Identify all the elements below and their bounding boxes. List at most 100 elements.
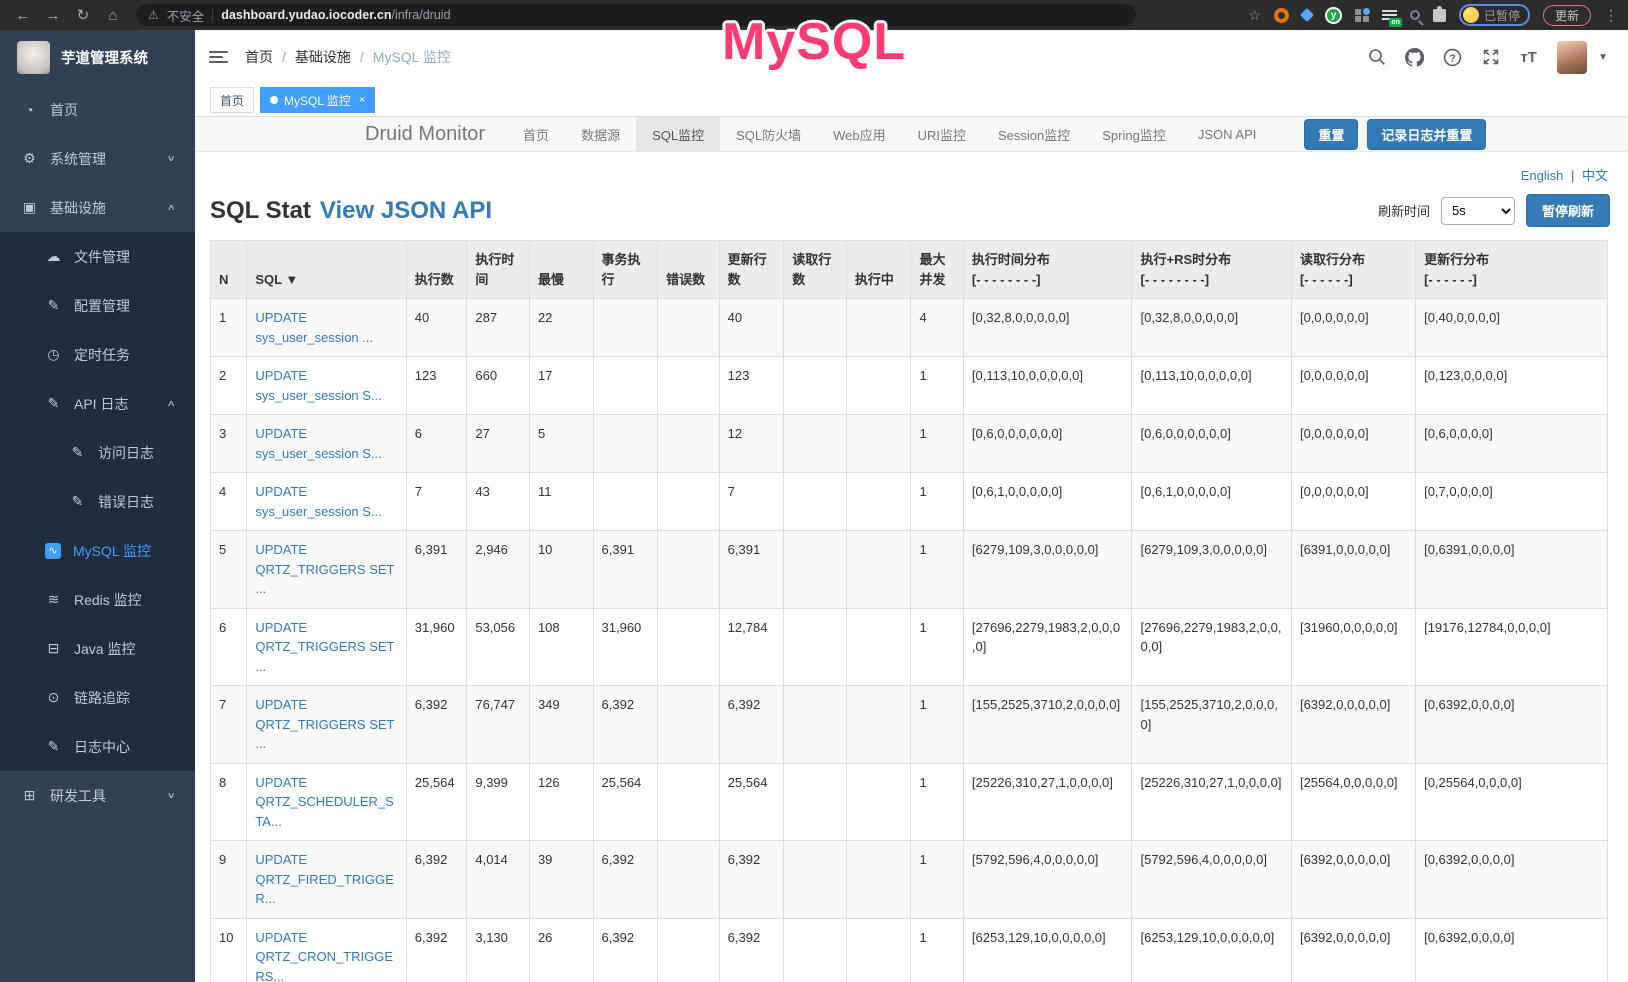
druid-nav-home[interactable]: 首页 — [507, 117, 565, 151]
column-header-9[interactable]: 执行中 — [846, 241, 911, 299]
extensions-puzzle-icon[interactable] — [1433, 9, 1446, 22]
search-icon[interactable] — [1367, 48, 1386, 67]
sql-link[interactable]: UPDATE sys_user_session ... — [255, 310, 373, 345]
sidebar-item-trace[interactable]: ⊙链路追踪 — [0, 673, 195, 722]
chevron-down-icon[interactable]: ▼ — [1598, 52, 1608, 63]
pause-refresh-button[interactable]: 暂停刷新 — [1526, 194, 1610, 227]
druid-nav-sql-firewall[interactable]: SQL防火墙 — [720, 117, 817, 151]
address-bar[interactable]: ⚠ 不安全 dashboard.yudao.iocoder.cn/infra/d… — [136, 4, 1136, 26]
druid-nav-session-monitor[interactable]: Session监控 — [982, 117, 1086, 151]
list-extension-icon[interactable]: on — [1382, 8, 1397, 22]
column-header-1[interactable]: SQL ▼ — [247, 241, 406, 299]
column-header-dist-scale: [- - - - - -] — [1424, 270, 1599, 290]
bookmark-star-icon[interactable]: ☆ — [1248, 7, 1261, 24]
column-header-5[interactable]: 事务执行 — [593, 241, 658, 299]
sql-link[interactable]: UPDATE sys_user_session S... — [255, 368, 381, 403]
green-extension-icon[interactable]: y — [1325, 7, 1342, 24]
refresh-interval-select[interactable]: 5s — [1441, 197, 1515, 225]
cell-sql: UPDATE QRTZ_CRON_TRIGGERS... — [247, 918, 406, 982]
sql-link[interactable]: UPDATE QRTZ_TRIGGERS SET ... — [255, 697, 394, 751]
sidebar-item-api-logs[interactable]: ✎API 日志∧ — [0, 379, 195, 428]
back-icon[interactable]: ← — [10, 7, 36, 24]
sidebar-item-log-center[interactable]: ✎日志中心 — [0, 722, 195, 771]
lang-chinese-link[interactable]: 中文 — [1582, 168, 1608, 183]
sidebar-item-config-management[interactable]: ✎配置管理 — [0, 281, 195, 330]
column-header-4[interactable]: 最慢 — [529, 241, 593, 299]
column-header-12[interactable]: 执行+RS时分布[- - - - - - - -] — [1132, 241, 1291, 299]
user-avatar[interactable] — [1557, 41, 1587, 74]
sidebar-item-mysql-monitor[interactable]: ∿MySQL 监控 — [0, 526, 195, 575]
column-header-3[interactable]: 执行时间 — [467, 241, 530, 299]
column-header-0[interactable]: N — [211, 241, 247, 299]
sidebar-item-java-monitor[interactable]: ⊟Java 监控 — [0, 624, 195, 673]
cell-max_concurrent: 1 — [911, 415, 963, 473]
help-icon[interactable]: ? — [1443, 48, 1462, 67]
view-json-api-link[interactable]: View JSON API — [320, 197, 492, 225]
close-icon[interactable]: × — [359, 94, 365, 106]
cell-executing — [846, 531, 911, 609]
cell-slowest: 108 — [529, 608, 593, 686]
sidebar-item-error-log[interactable]: ✎错误日志 — [0, 477, 195, 526]
cell-slowest: 22 — [529, 299, 593, 357]
sql-link[interactable]: UPDATE QRTZ_TRIGGERS SET ... — [255, 542, 394, 596]
profile-chip[interactable]: 已暂停 — [1459, 4, 1530, 26]
lang-english-link[interactable]: English — [1521, 168, 1564, 183]
github-icon[interactable] — [1405, 48, 1424, 67]
blocks-extension-icon[interactable] — [1355, 8, 1369, 22]
cell-exec_time: 3,130 — [467, 918, 530, 982]
breadcrumb-home[interactable]: 首页 — [245, 47, 273, 67]
log-and-reset-button[interactable]: 记录日志并重置 — [1367, 119, 1486, 150]
font-size-icon[interactable]: тT — [1519, 48, 1538, 67]
sidebar-item-redis-monitor[interactable]: ≋Redis 监控 — [0, 575, 195, 624]
diamond-extension-icon[interactable] — [1300, 8, 1314, 22]
column-header-10[interactable]: 最大并发 — [911, 241, 963, 299]
druid-nav-datasource[interactable]: 数据源 — [565, 117, 636, 151]
breadcrumb-infrastructure[interactable]: 基础设施 — [295, 47, 351, 67]
sidebar-item-infrastructure[interactable]: ▣基础设施∧ — [0, 183, 195, 232]
sidebar-item-home[interactable]: ◔首页 — [0, 85, 195, 134]
column-header-dist-scale: [- - - - - - - -] — [1140, 270, 1282, 290]
probe-extension-icon[interactable] — [1410, 10, 1420, 20]
druid-nav-uri-monitor[interactable]: URI监控 — [902, 117, 982, 151]
sql-link[interactable]: UPDATE QRTZ_TRIGGERS SET ... — [255, 620, 394, 674]
sidebar-item-access-log[interactable]: ✎访问日志 — [0, 428, 195, 477]
sidebar-toggle-icon[interactable] — [209, 48, 228, 66]
reset-button[interactable]: 重置 — [1304, 119, 1358, 150]
sql-link[interactable]: UPDATE QRTZ_CRON_TRIGGERS... — [255, 930, 393, 982]
sql-link[interactable]: UPDATE QRTZ_FIRED_TRIGGER... — [255, 852, 393, 906]
sidebar-item-scheduled-tasks[interactable]: ◷定时任务 — [0, 330, 195, 379]
column-header-13[interactable]: 读取行分布[- - - - - -] — [1291, 241, 1415, 299]
druid-nav-spring-monitor[interactable]: Spring监控 — [1086, 117, 1182, 151]
home-icon[interactable]: ⌂ — [100, 7, 126, 24]
forward-icon[interactable]: → — [40, 7, 66, 24]
druid-nav-web-app[interactable]: Web应用 — [817, 117, 902, 151]
cell-slowest: 126 — [529, 763, 593, 841]
column-header-7[interactable]: 更新行数 — [719, 241, 784, 299]
column-header-11[interactable]: 执行时间分布[- - - - - - - -] — [963, 241, 1132, 299]
tab-home[interactable]: 首页 — [210, 87, 254, 113]
column-header-14[interactable]: 更新行分布[- - - - - -] — [1416, 241, 1608, 299]
sidebar-item-file-management[interactable]: ☁文件管理 — [0, 232, 195, 281]
browser-update-button[interactable]: 更新 — [1543, 5, 1591, 26]
sql-link[interactable]: UPDATE QRTZ_SCHEDULER_STA... — [255, 775, 393, 829]
sql-link[interactable]: UPDATE sys_user_session S... — [255, 426, 381, 461]
reload-icon[interactable]: ↻ — [70, 6, 96, 24]
cell-slowest: 349 — [529, 686, 593, 764]
sql-link[interactable]: UPDATE sys_user_session S... — [255, 484, 381, 519]
chevron-down-icon: ∨ — [167, 791, 176, 801]
fullscreen-icon[interactable] — [1481, 48, 1500, 67]
sidebar-item-system-management[interactable]: ⚙系统管理∨ — [0, 134, 195, 183]
column-header-label: 更新行数 — [728, 252, 767, 287]
column-header-6[interactable]: 错误数 — [658, 241, 720, 299]
cell-errors — [658, 918, 720, 982]
browser-menu-icon[interactable]: ⋮ — [1604, 7, 1618, 24]
adblock-extension-icon[interactable] — [1274, 8, 1289, 23]
column-header-2[interactable]: 执行数 — [406, 241, 467, 299]
sidebar-item-dev-tools[interactable]: ⊞研发工具∨ — [0, 771, 195, 820]
druid-nav-json-api[interactable]: JSON API — [1182, 117, 1273, 151]
cell-tx_exec: 25,564 — [593, 763, 658, 841]
tab-mysql-monitor[interactable]: MySQL 监控 × — [260, 87, 375, 113]
druid-nav-sql-monitor[interactable]: SQL监控 — [636, 117, 720, 151]
page-title: SQL Stat — [210, 197, 311, 225]
column-header-8[interactable]: 读取行数 — [784, 241, 847, 299]
